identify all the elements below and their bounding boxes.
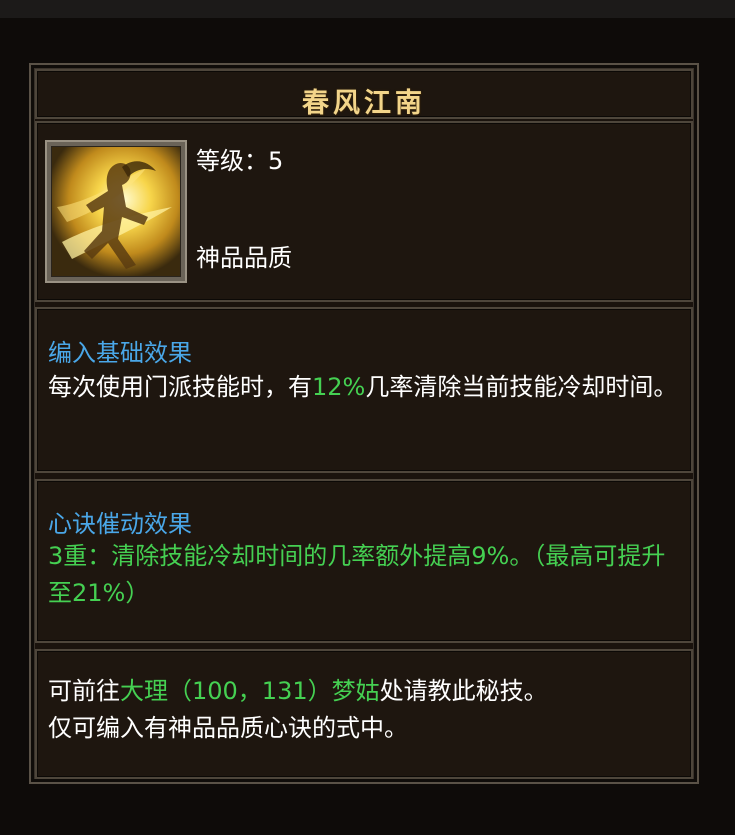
base-effect-text: 每次使用门派技能时，有12%几率清除当前技能冷却时间。	[48, 369, 678, 406]
urge-effect-text: 3重：清除技能冷却时间的几率额外提高9%。（最高可提升至21%）	[48, 542, 666, 607]
skill-quality: 神品品质	[196, 244, 292, 272]
skill-level: 等级：5	[196, 147, 284, 175]
urge-effect-title: 心诀催动效果	[48, 510, 192, 538]
info-suffix: 处请教此秘技。	[379, 677, 548, 705]
base-effect-text-before: 每次使用门派技能时，有	[48, 373, 312, 401]
top-bar	[0, 0, 735, 18]
skill-icon-frame	[45, 140, 187, 283]
base-effect-title: 编入基础效果	[48, 339, 192, 367]
skill-title: 春风江南	[302, 88, 426, 119]
base-effect-chance: 12%	[312, 373, 366, 401]
title-panel: 春风江南	[35, 69, 693, 119]
running-figure-skill-icon	[51, 146, 181, 277]
info-prefix: 可前往	[48, 677, 120, 705]
info-text: 可前往大理（100，131）梦姑处请教此秘技。 仅可编入有神品品质心诀的式中。	[48, 673, 678, 747]
info-line-2: 仅可编入有神品品质心诀的式中。	[48, 714, 408, 742]
base-effect-text-after: 几率清除当前技能冷却时间。	[365, 373, 678, 401]
npc-location-link[interactable]: 大理（100，131）梦姑	[120, 677, 380, 705]
info-line-1: 可前往大理（100，131）梦姑处请教此秘技。	[48, 673, 678, 710]
